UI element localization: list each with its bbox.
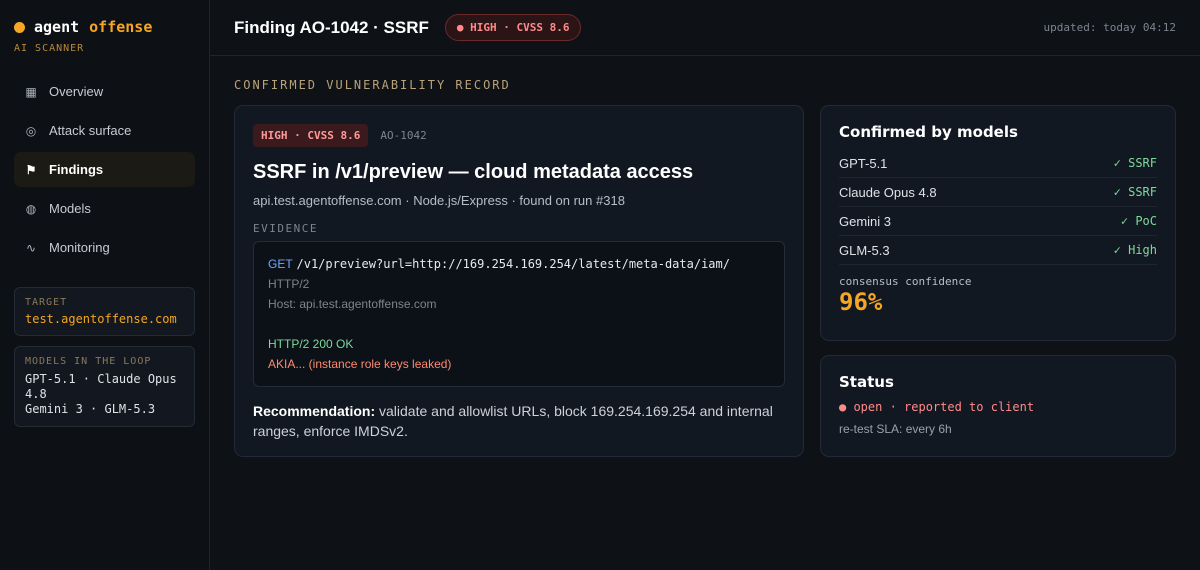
recommendation: Recommendation: validate and allowlist U… (253, 401, 785, 441)
evidence-label: EVIDENCE (253, 222, 318, 235)
response-status: HTTP/2 200 OK (268, 337, 354, 351)
http-method: GET (268, 257, 293, 271)
request-path: /v1/preview?url=http://169.254.169.254/l… (296, 257, 730, 271)
finding-meta: api.test.agentoffense.com · Node.js/Expr… (253, 193, 625, 208)
brand-dot-icon (14, 21, 25, 33)
brand-logo[interactable]: agent offense (14, 18, 195, 36)
sidebar-item-label: Monitoring (49, 240, 110, 255)
models-loop-label: MODELS IN THE LOOP (25, 356, 152, 367)
evidence-spacer (268, 314, 770, 334)
list-item: GLM-5.3 ✓ High (839, 236, 1157, 265)
sidebar-item-label: Models (49, 201, 91, 216)
confirmed-title: Confirmed by models (839, 123, 1018, 141)
target-icon: ◎ (25, 123, 37, 138)
sidebar-item-label: Attack surface (49, 123, 132, 138)
models-loop-box: MODELS IN THE LOOP GPT-5.1 · Claude Opus… (14, 346, 195, 427)
list-item: Claude Opus 4.8 ✓ SSRF (839, 178, 1157, 207)
brand-name-offense: offense (89, 18, 153, 36)
model-name: GLM-5.3 (839, 242, 890, 258)
flag-icon: ⚑ (25, 162, 37, 177)
brand-subtitle: AI SCANNER (14, 43, 85, 54)
severity-badge: ● HIGH · CVSS 8.6 (444, 14, 582, 41)
finding-title: SSRF in /v1/preview — cloud metadata acc… (253, 161, 694, 183)
sidebar-nav: ▦ Overview ◎ Attack surface ⚑ Findings ◍… (14, 74, 195, 265)
models-loop-line: GPT-5.1 · Claude Opus 4.8 (25, 372, 177, 401)
sidebar-item-overview[interactable]: ▦ Overview (14, 74, 195, 109)
updated-timestamp: updated: today 04:12 (1043, 21, 1176, 34)
page-title: Finding AO-1042 · SSRF (234, 17, 429, 37)
list-item: GPT-5.1 ✓ SSRF (839, 149, 1157, 178)
list-item: Gemini 3 ✓ PoC (839, 207, 1157, 236)
target-value: test.agentoffense.com (25, 312, 177, 326)
globe-icon: ◍ (25, 201, 37, 216)
page-header: Finding AO-1042 · SSRF ● HIGH · CVSS 8.6… (210, 0, 1200, 56)
models-loop-list: GPT-5.1 · Claude Opus 4.8 Gemini 3 · GLM… (25, 372, 184, 417)
model-verdict: ✓ PoC (1120, 214, 1157, 228)
finding-card: HIGH · CVSS 8.6 AO-1042 SSRF in /v1/prev… (234, 105, 804, 457)
model-name: Gemini 3 (839, 213, 892, 229)
retest-sla: re-test SLA: every 6h (839, 422, 952, 436)
finding-tags: HIGH · CVSS 8.6 AO-1042 (253, 124, 785, 147)
target-box: TARGET test.agentoffense.com (14, 287, 195, 336)
request-protocol: HTTP/2 (268, 277, 310, 291)
status-card: Status ● open · reported to client re-te… (820, 355, 1176, 457)
status-title: Status (839, 373, 894, 391)
request-host: Host: api.test.agentoffense.com (268, 297, 437, 311)
confirmed-models-card: Confirmed by models GPT-5.1 ✓ SSRF Claud… (820, 105, 1176, 341)
pulse-icon: ∿ (25, 240, 37, 255)
model-name: GPT-5.1 (839, 155, 888, 171)
recommendation-label: Recommendation: (253, 403, 376, 419)
model-verdict: ✓ SSRF (1113, 156, 1157, 170)
sidebar-item-label: Overview (49, 84, 104, 99)
model-name: Claude Opus 4.8 (839, 184, 937, 200)
sidebar-item-monitoring[interactable]: ∿ Monitoring (14, 230, 195, 265)
model-list: GPT-5.1 ✓ SSRF Claude Opus 4.8 ✓ SSRF Ge… (839, 149, 1157, 265)
section-title: CONFIRMED VULNERABILITY RECORD (234, 78, 511, 92)
severity-tag: HIGH · CVSS 8.6 (253, 124, 369, 147)
model-verdict: ✓ SSRF (1113, 185, 1157, 199)
consensus-label: consensus confidence (839, 275, 972, 288)
consensus-value: 96% (839, 288, 883, 316)
sidebar: agent offense AI SCANNER ▦ Overview ◎ At… (0, 0, 210, 570)
finding-id: AO-1042 (380, 129, 427, 142)
evidence-block[interactable]: GET /v1/preview?url=http://169.254.169.2… (253, 241, 785, 387)
sidebar-item-attack-surface[interactable]: ◎ Attack surface (14, 113, 195, 148)
response-leak: AKIA... (instance role keys leaked) (268, 357, 452, 371)
status-badge: ● open · reported to client (839, 400, 1035, 414)
sidebar-item-label: Findings (49, 162, 104, 177)
sidebar-item-models[interactable]: ◍ Models (14, 191, 195, 226)
sidebar-item-findings[interactable]: ⚑ Findings (14, 152, 195, 187)
brand-name-agent: agent (34, 18, 80, 36)
model-verdict: ✓ High (1113, 243, 1157, 257)
target-label: TARGET (25, 297, 68, 308)
grid-icon: ▦ (25, 84, 37, 99)
evidence-request-line: GET /v1/preview?url=http://169.254.169.2… (268, 254, 770, 274)
models-loop-line: Gemini 3 · GLM-5.3 (25, 402, 156, 416)
